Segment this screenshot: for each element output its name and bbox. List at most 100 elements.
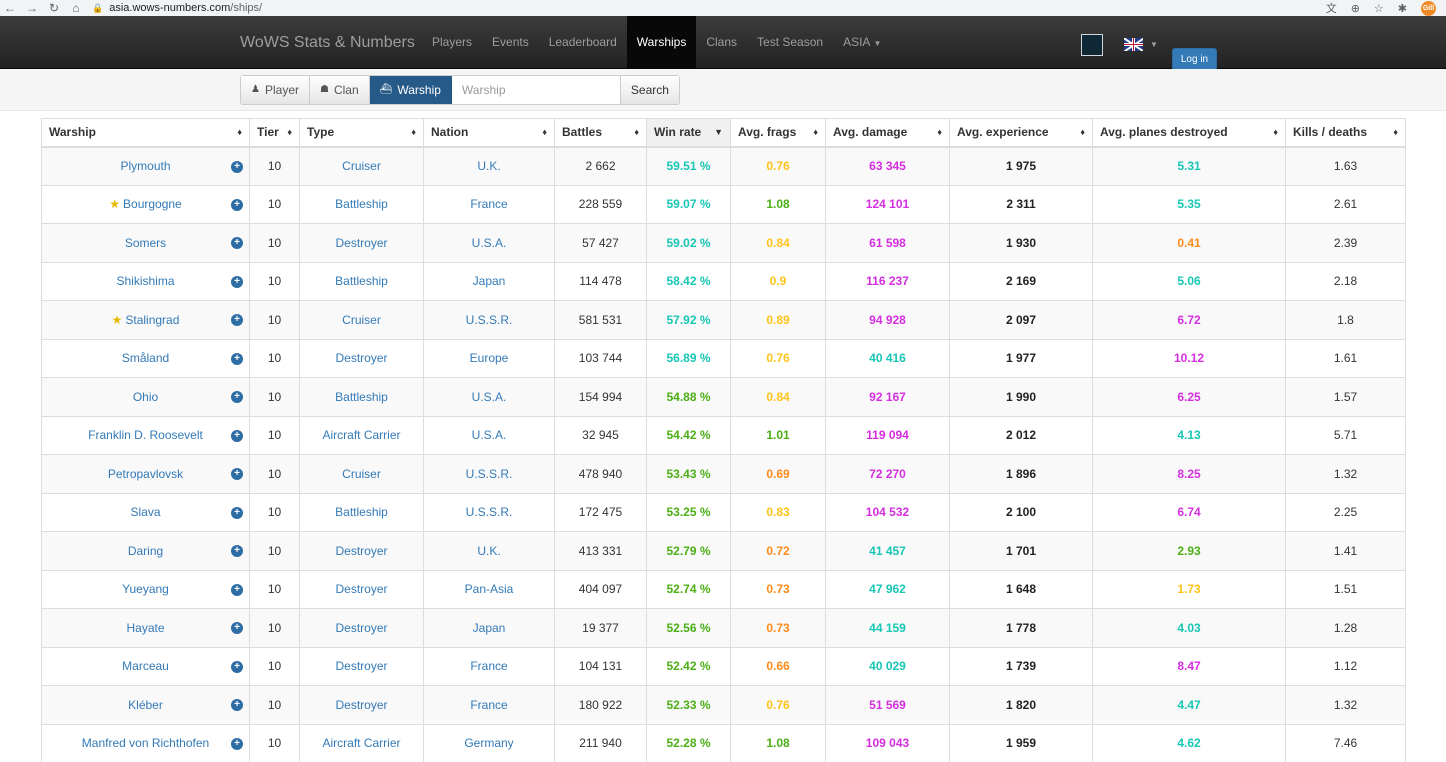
warship-name-cell[interactable]: Marceau +	[41, 646, 250, 686]
warship-name-cell[interactable]: Ohio +	[41, 377, 250, 417]
site-brand[interactable]: WoWS Stats & Numbers	[240, 16, 415, 69]
profile-avatar[interactable]: Gill	[1421, 0, 1436, 16]
home-icon[interactable]: ⌂	[70, 1, 82, 15]
add-compare-icon[interactable]: +	[231, 314, 243, 326]
table-row[interactable]: Shikishima +10 Battleship Japan 114 478 58.42…	[41, 261, 1406, 301]
language-caret-icon[interactable]: ▼	[1150, 40, 1158, 49]
type-cell[interactable]: Battleship	[299, 492, 424, 532]
table-row[interactable]: Somers +10 Destroyer U.S.A. 57 427 59.02 % 0.8…	[41, 223, 1406, 263]
table-row[interactable]: Daring +10 Destroyer U.K. 413 331 52.79 % 0.72…	[41, 531, 1406, 571]
warship-name-cell[interactable]: Hayate +	[41, 608, 250, 648]
nation-cell[interactable]: U.S.S.R.	[423, 454, 555, 494]
back-icon[interactable]: ←	[4, 1, 16, 15]
forward-icon[interactable]: →	[26, 1, 38, 15]
nation-cell[interactable]: France	[423, 685, 555, 725]
table-row[interactable]: ★ Bourgogne +10 Battleship France 228 559 59.0…	[41, 184, 1406, 224]
reload-icon[interactable]: ↻	[48, 1, 60, 15]
warship-name-link[interactable]: Bourgogne	[123, 197, 182, 211]
table-row[interactable]: Franklin D. Roosevelt +10 Aircraft Carrier…	[41, 415, 1406, 455]
search-button[interactable]: Search	[620, 76, 679, 104]
menu-item-region[interactable]: ASIA ▼	[833, 16, 891, 69]
warship-name-cell[interactable]: Somers +	[41, 223, 250, 263]
menu-item-warships[interactable]: Warships	[626, 16, 697, 69]
translate-icon[interactable]: 文	[1326, 0, 1337, 16]
nation-cell[interactable]: France	[423, 184, 555, 224]
nation-cell[interactable]: France	[423, 646, 555, 686]
nation-cell[interactable]: Germany	[423, 723, 555, 762]
table-row[interactable]: Hayate +10 Destroyer Japan 19 377 52.56 % 0.73…	[41, 608, 1406, 648]
column-header-battles[interactable]: Battles ♦	[554, 118, 647, 148]
add-compare-icon[interactable]: +	[231, 660, 243, 673]
column-header-nation[interactable]: Nation ♦	[423, 118, 555, 148]
add-compare-icon[interactable]: +	[231, 429, 243, 442]
type-cell[interactable]: Aircraft Carrier	[299, 415, 424, 455]
add-compare-icon[interactable]: +	[231, 275, 243, 288]
search-tab-player[interactable]: ♟ Player	[241, 76, 310, 104]
nation-cell[interactable]: Pan-Asia	[423, 569, 555, 609]
nation-cell[interactable]: U.S.A.	[423, 415, 555, 455]
type-cell[interactable]: Battleship	[299, 377, 424, 417]
table-row[interactable]: Småland +10 Destroyer Europe 103 744 56.89 % 0…	[41, 338, 1406, 378]
warship-name-cell[interactable]: Slava +	[41, 492, 250, 532]
type-cell[interactable]: Destroyer	[299, 569, 424, 609]
uk-flag-icon[interactable]	[1124, 38, 1143, 51]
search-tab-warship[interactable]: ⛴ Warship	[369, 76, 452, 104]
nation-cell[interactable]: U.S.A.	[423, 223, 555, 263]
add-compare-icon[interactable]: +	[231, 198, 243, 211]
warship-name-link[interactable]: Yueyang	[122, 582, 169, 596]
menu-item-events[interactable]: Events	[482, 16, 539, 69]
add-compare-icon[interactable]: +	[231, 506, 243, 519]
add-compare-icon[interactable]: +	[231, 699, 243, 711]
column-header-avg-experience[interactable]: Avg. experience ♦	[949, 118, 1093, 148]
nation-cell[interactable]: U.K.	[423, 146, 555, 186]
warship-name-link[interactable]: Franklin D. Roosevelt	[88, 428, 203, 442]
type-cell[interactable]: Battleship	[299, 261, 424, 301]
table-row[interactable]: Manfred von Richthofen +10 Aircraft Carrie…	[41, 723, 1406, 762]
column-header-avg-damage[interactable]: Avg. damage ♦	[825, 118, 950, 148]
type-cell[interactable]: Destroyer	[299, 338, 424, 378]
warship-name-link[interactable]: Slava	[130, 505, 160, 519]
type-cell[interactable]: Destroyer	[299, 223, 424, 263]
add-compare-icon[interactable]: +	[231, 737, 243, 750]
column-header-warship[interactable]: Warship ♦	[41, 118, 250, 148]
add-compare-icon[interactable]: +	[231, 583, 243, 596]
nation-cell[interactable]: U.S.S.R.	[423, 492, 555, 532]
type-cell[interactable]: Cruiser	[299, 454, 424, 494]
zoom-icon[interactable]: ⊕	[1351, 2, 1360, 15]
type-cell[interactable]: Destroyer	[299, 646, 424, 686]
menu-item-test-season[interactable]: Test Season	[747, 16, 833, 69]
warship-name-cell[interactable]: Plymouth +	[41, 146, 250, 186]
column-header-avg-frags[interactable]: Avg. frags ♦	[730, 118, 826, 148]
warship-name-cell[interactable]: Småland +	[41, 338, 250, 378]
warship-name-link[interactable]: Manfred von Richthofen	[82, 736, 209, 750]
table-row[interactable]: Yueyang +10 Destroyer Pan-Asia 404 097 52.74 …	[41, 569, 1406, 609]
add-compare-icon[interactable]: +	[231, 160, 243, 173]
warship-name-link[interactable]: Petropavlovsk	[108, 467, 183, 481]
warship-name-link[interactable]: Småland	[122, 351, 169, 365]
extensions-icon[interactable]: ✱	[1398, 2, 1407, 15]
add-compare-icon[interactable]: +	[231, 468, 243, 480]
warship-name-link[interactable]: Kléber	[128, 698, 163, 712]
menu-item-leaderboard[interactable]: Leaderboard	[539, 16, 627, 69]
warship-name-link[interactable]: Ohio	[133, 390, 158, 404]
search-input[interactable]: Warship	[451, 76, 621, 104]
warship-name-link[interactable]: Plymouth	[120, 159, 170, 173]
warship-name-link[interactable]: Somers	[125, 236, 166, 250]
table-row[interactable]: Plymouth +10 Cruiser U.K. 2 662 59.51 % 0.76 63…	[41, 146, 1406, 186]
warship-name-cell[interactable]: Daring +	[41, 531, 250, 571]
warship-name-cell[interactable]: Yueyang +	[41, 569, 250, 609]
warship-name-link[interactable]: Marceau	[122, 659, 169, 673]
table-row[interactable]: Petropavlovsk +10 Cruiser U.S.S.R. 478 940 53…	[41, 454, 1406, 494]
warship-name-link[interactable]: Hayate	[126, 621, 164, 635]
column-header-avg-planes-destroyed[interactable]: Avg. planes destroyed ♦	[1092, 118, 1286, 148]
type-cell[interactable]: Cruiser	[299, 146, 424, 186]
warship-name-cell[interactable]: ★ Stalingrad +	[41, 300, 250, 340]
menu-item-players[interactable]: Players	[422, 16, 482, 69]
type-cell[interactable]: Cruiser	[299, 300, 424, 340]
nation-cell[interactable]: Japan	[423, 608, 555, 648]
table-row[interactable]: ★ Stalingrad +10 Cruiser U.S.S.R. 581 531 57.9…	[41, 300, 1406, 340]
add-compare-icon[interactable]: +	[231, 391, 243, 403]
table-row[interactable]: Ohio +10 Battleship U.S.A. 154 994 54.88 % 0.8…	[41, 377, 1406, 417]
column-header-type[interactable]: Type ♦	[299, 118, 424, 148]
nation-cell[interactable]: U.K.	[423, 531, 555, 571]
